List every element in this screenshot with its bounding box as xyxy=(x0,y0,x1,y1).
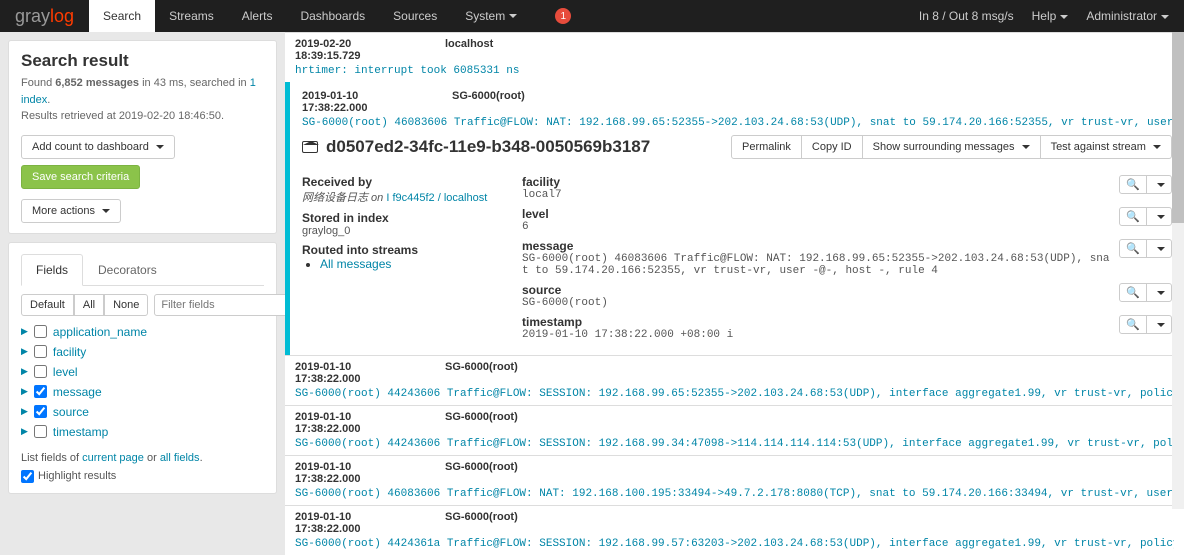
caret-right-icon: ▶ xyxy=(21,346,28,357)
field-menu-button[interactable] xyxy=(1146,175,1172,194)
received-by-link[interactable]: I f9c445f2 / localhost xyxy=(386,192,487,204)
results-area: 2019-02-20 18:39:15.729localhost hrtimer… xyxy=(285,32,1184,555)
caret-right-icon: ▶ xyxy=(21,386,28,397)
permalink-button[interactable]: Permalink xyxy=(731,135,802,159)
field-search-button[interactable]: 🔍 xyxy=(1119,283,1147,302)
field-level-heading: level xyxy=(522,207,1112,221)
field-message-heading: message xyxy=(522,239,1112,253)
field-level-value: 6 xyxy=(522,221,1112,233)
chevron-down-icon xyxy=(509,14,517,18)
nav-alerts[interactable]: Alerts xyxy=(228,0,287,32)
routed-stream-link[interactable]: All messages xyxy=(320,257,391,271)
chevron-down-icon xyxy=(1060,15,1068,19)
field-source-heading: source xyxy=(522,283,1112,297)
all-fields-link[interactable]: all fields xyxy=(160,452,200,464)
field-checkbox[interactable] xyxy=(34,345,47,358)
field-checkbox[interactable] xyxy=(34,405,47,418)
field-message-value: SG-6000(root) 46083606 Traffic@FLOW: NAT… xyxy=(522,253,1112,277)
envelope-icon xyxy=(302,141,318,153)
message-row[interactable]: 2019-01-10 17:38:22.000SG-6000(root) SG-… xyxy=(285,405,1184,455)
nav-streams[interactable]: Streams xyxy=(155,0,228,32)
brand-logo[interactable]: graylog xyxy=(0,6,89,27)
field-checkbox[interactable] xyxy=(34,325,47,338)
message-row[interactable]: 2019-01-10 17:38:22.000SG-6000(root) SG-… xyxy=(285,355,1184,405)
tab-fields[interactable]: Fields xyxy=(21,254,83,286)
show-surrounding-button[interactable]: Show surrounding messages xyxy=(862,135,1041,159)
nav-system[interactable]: System xyxy=(451,0,531,32)
test-against-stream-button[interactable]: Test against stream xyxy=(1040,135,1172,159)
message-row[interactable]: 2019-01-10 17:38:22.000SG-6000(root) SG-… xyxy=(285,455,1184,505)
chevron-down-icon xyxy=(1161,15,1169,19)
add-count-dashboard-button[interactable]: Add count to dashboard xyxy=(21,135,175,159)
field-item-level[interactable]: ▶ level xyxy=(21,362,264,382)
field-checkbox[interactable] xyxy=(34,385,47,398)
more-actions-button[interactable]: More actions xyxy=(21,199,121,223)
chevron-down-icon xyxy=(156,145,164,149)
field-facility-heading: facility xyxy=(522,175,1112,189)
top-navbar: graylog Search Streams Alerts Dashboards… xyxy=(0,0,1184,32)
save-search-criteria-button[interactable]: Save search criteria xyxy=(21,165,140,189)
received-by-heading: Received by xyxy=(302,175,492,189)
nav-sources[interactable]: Sources xyxy=(379,0,451,32)
field-search-button[interactable]: 🔍 xyxy=(1119,239,1147,258)
field-menu-button[interactable] xyxy=(1146,283,1172,302)
field-menu-button[interactable] xyxy=(1146,207,1172,226)
retrieved-text: Results retrieved at 2019-02-20 18:46:50… xyxy=(21,110,224,122)
copy-id-button[interactable]: Copy ID xyxy=(801,135,863,159)
field-menu-button[interactable] xyxy=(1146,315,1172,334)
stored-in-index-heading: Stored in index xyxy=(302,211,492,225)
message-detail: 2019-01-10 17:38:22.000SG-6000(root) SG-… xyxy=(285,82,1184,355)
field-facility-value: local7 xyxy=(522,189,1112,201)
routed-streams-heading: Routed into streams xyxy=(302,243,492,257)
chevron-down-icon xyxy=(1022,145,1030,149)
field-timestamp-value: 2019-01-10 17:38:22.000 +08:00 i xyxy=(522,329,1112,341)
field-search-button[interactable]: 🔍 xyxy=(1119,175,1147,194)
fields-panel: Fields Decorators Default All None ▶ app… xyxy=(8,242,277,494)
nav-admin[interactable]: Administrator xyxy=(1086,9,1169,23)
fields-none-button[interactable]: None xyxy=(104,294,148,316)
fields-all-button[interactable]: All xyxy=(74,294,104,316)
field-checkbox[interactable] xyxy=(34,425,47,438)
field-checkbox[interactable] xyxy=(34,365,47,378)
message-row[interactable]: 2019-01-10 17:38:22.000SG-6000(root) SG-… xyxy=(285,505,1184,555)
fields-default-button[interactable]: Default xyxy=(21,294,74,316)
chevron-down-icon xyxy=(102,209,110,213)
throughput-text: In 8 / Out 8 msg/s xyxy=(919,9,1014,23)
tab-decorators[interactable]: Decorators xyxy=(83,254,172,286)
field-item-message[interactable]: ▶ message xyxy=(21,382,264,402)
search-result-title: Search result xyxy=(21,51,264,71)
sidebar: Search result Found 6,852 messages in 43… xyxy=(0,32,285,555)
chevron-down-icon xyxy=(1153,145,1161,149)
field-menu-button[interactable] xyxy=(1146,239,1172,258)
field-item-application_name[interactable]: ▶ application_name xyxy=(21,322,264,342)
nav-search[interactable]: Search xyxy=(89,0,155,32)
field-timestamp-heading: timestamp xyxy=(522,315,1112,329)
nav-dashboards[interactable]: Dashboards xyxy=(286,0,379,32)
field-source-value: SG-6000(root) xyxy=(522,297,1112,309)
notification-badge: 1 xyxy=(555,8,571,24)
highlight-results-checkbox[interactable]: Highlight results xyxy=(21,470,264,483)
nav-help[interactable]: Help xyxy=(1032,9,1069,23)
caret-right-icon: ▶ xyxy=(21,426,28,437)
caret-right-icon: ▶ xyxy=(21,366,28,377)
caret-right-icon: ▶ xyxy=(21,326,28,337)
message-row[interactable]: 2019-02-20 18:39:15.729localhost hrtimer… xyxy=(285,32,1184,82)
search-result-panel: Search result Found 6,852 messages in 43… xyxy=(8,40,277,234)
caret-right-icon: ▶ xyxy=(21,406,28,417)
field-item-source[interactable]: ▶ source xyxy=(21,402,264,422)
scrollbar[interactable] xyxy=(1172,32,1184,509)
nav-notifications[interactable]: 1 xyxy=(531,0,585,32)
current-page-link[interactable]: current page xyxy=(82,452,144,464)
field-search-button[interactable]: 🔍 xyxy=(1119,315,1147,334)
field-item-facility[interactable]: ▶ facility xyxy=(21,342,264,362)
message-id-heading: d0507ed2-34fc-11e9-b348-0050569b3187 xyxy=(302,137,650,157)
stored-in-index-value: graylog_0 xyxy=(302,225,492,237)
field-item-timestamp[interactable]: ▶ timestamp xyxy=(21,422,264,442)
field-search-button[interactable]: 🔍 xyxy=(1119,207,1147,226)
